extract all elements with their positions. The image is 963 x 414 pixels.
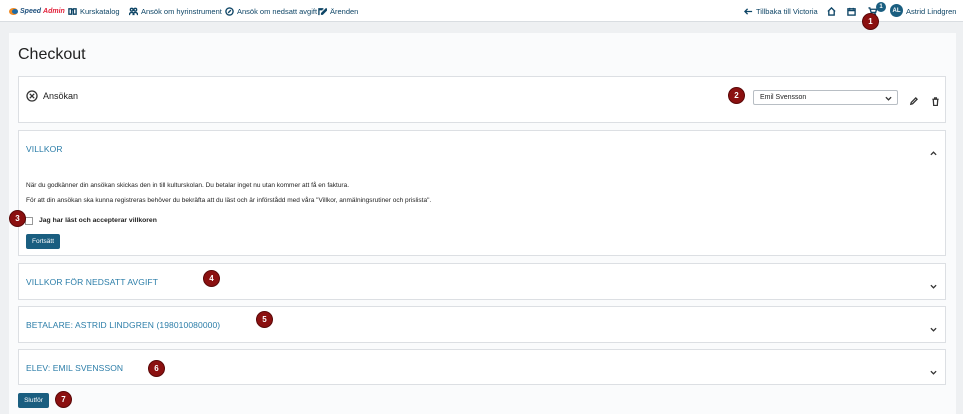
logo-icon: [9, 7, 18, 15]
continue-button[interactable]: Fortsätt: [26, 234, 60, 249]
application-label: Ansökan: [43, 91, 79, 101]
user-name-link[interactable]: Astrid Lindgren: [906, 0, 956, 22]
nav-item-label: Ansök om nedsatt avgift: [237, 6, 318, 16]
top-navbar: Speed Admin Kurskatalog Ansök om hyrinstr…: [0, 0, 963, 22]
chevron-down-icon: [930, 320, 937, 332]
chevron-up-icon: [930, 144, 937, 156]
nav-item-label: Ansök om hyrinstrument: [141, 6, 222, 16]
nav-item-label: Kurskatalog: [80, 6, 120, 16]
reduced-fee-card[interactable]: VILLKOR FÖR NEDSATT AVGIFT: [18, 263, 946, 300]
speedadmin-logo[interactable]: Speed Admin: [9, 6, 65, 16]
calendar-icon: [846, 7, 856, 16]
nav-item-nedsatt-avgift[interactable]: Ansök om nedsatt avgift: [225, 0, 317, 22]
annotation-marker: 1: [862, 13, 879, 30]
logo-text-speed: Speed: [20, 7, 42, 15]
back-link-label: Tillbaka till Victoria: [756, 6, 818, 16]
nav-item-arenden[interactable]: Ärenden: [318, 0, 358, 22]
student-title: ELEV: EMIL SVENSSON: [26, 363, 124, 373]
page-title: Checkout: [18, 46, 86, 63]
payer-title: BETALARE: ASTRID LINDGREN (198010080000): [26, 320, 221, 330]
delete-application-button[interactable]: [931, 93, 940, 107]
student-select[interactable]: Emil Svensson: [753, 90, 898, 105]
edit-icon: [318, 7, 327, 15]
people-icon: [129, 7, 138, 15]
nav-item-kurskatalog[interactable]: Kurskatalog: [68, 0, 120, 22]
arrow-left-icon: [744, 7, 753, 15]
annotation-marker: 7: [55, 391, 72, 408]
terms-text-1: När du godkänner din ansökan skickas den…: [26, 182, 350, 189]
annotation-marker: 4: [203, 270, 220, 287]
annotation-marker: 5: [256, 311, 273, 328]
annotation-marker: 3: [9, 210, 26, 227]
nav-item-label: Ärenden: [330, 6, 359, 16]
cart-count-badge: 1: [876, 2, 886, 12]
accept-terms-checkbox[interactable]: [25, 217, 33, 225]
nav-item-hyrinstrument[interactable]: Ansök om hyrinstrument: [129, 0, 222, 22]
chevron-down-icon: [930, 363, 937, 375]
payer-card[interactable]: BETALARE: ASTRID LINDGREN (198010080000): [18, 306, 946, 343]
accept-terms-label[interactable]: Jag har läst och accepterar villkoren: [39, 217, 157, 224]
home-button[interactable]: [825, 5, 837, 17]
annotation-marker: 6: [148, 360, 165, 377]
chevron-down-icon: [930, 277, 937, 289]
application-status-icon: [26, 89, 38, 102]
annotation-marker: 2: [728, 87, 745, 104]
trash-icon: [932, 97, 939, 107]
chevron-down-icon: [885, 96, 892, 101]
edit-application-button[interactable]: [909, 93, 918, 106]
avatar[interactable]: AL: [890, 4, 903, 17]
terms-title: VILLKOR: [26, 144, 63, 154]
student-select-value: Emil Svensson: [760, 94, 807, 101]
terms-card: VILLKOR När du godkänner din ansökan ski…: [18, 130, 946, 256]
catalog-icon: [68, 7, 77, 15]
discount-icon: [225, 6, 234, 16]
terms-card-header[interactable]: VILLKOR: [19, 131, 945, 164]
terms-text-2: För att din ansökan ska kunna registrera…: [26, 197, 432, 204]
pencil-icon: [909, 97, 918, 106]
logo-text-admin: Admin: [43, 7, 65, 15]
application-card: Ansökan Emil Svensson: [18, 76, 946, 123]
calendar-button[interactable]: [845, 5, 857, 17]
back-to-victoria-link[interactable]: Tillbaka till Victoria: [744, 0, 818, 22]
finish-button[interactable]: Slutför: [18, 393, 49, 408]
home-icon: [826, 6, 836, 16]
reduced-fee-title: VILLKOR FÖR NEDSATT AVGIFT: [26, 277, 159, 287]
